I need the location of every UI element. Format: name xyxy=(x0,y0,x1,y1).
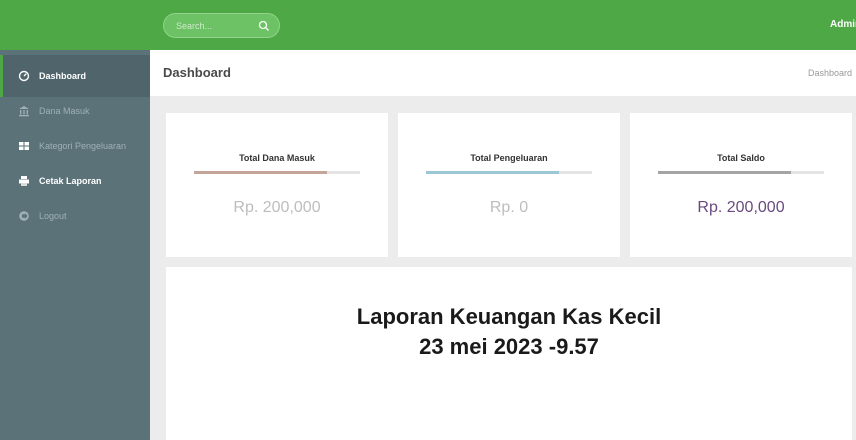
search-icon[interactable] xyxy=(258,20,270,32)
card-progress-fill xyxy=(658,171,791,174)
grid-icon xyxy=(19,142,29,150)
card-progress xyxy=(194,171,360,174)
card-value: Rp. 200,000 xyxy=(233,199,321,216)
card-progress xyxy=(658,171,824,174)
page-title: Dashboard xyxy=(163,65,231,80)
sidebar-item-label: Kategori Pengeluaran xyxy=(39,141,127,151)
card-value: Rp. 0 xyxy=(489,199,529,216)
sidebar-item-logout[interactable]: Logout xyxy=(0,195,150,237)
card-title: Total Saldo xyxy=(717,153,765,163)
search-input[interactable] xyxy=(176,19,256,33)
user-menu[interactable]: Admin xyxy=(830,19,856,30)
card-total-dana-masuk: Total Dana Masuk Rp. 200,000 xyxy=(166,113,388,257)
bank-icon xyxy=(19,106,29,117)
card-value: Rp. 200,000 xyxy=(697,199,785,216)
top-navbar: Admin xyxy=(0,0,856,50)
card-title: Total Pengeluaran xyxy=(470,153,548,163)
report-title: Laporan Keuangan Kas Kecil xyxy=(356,304,662,329)
sidebar-item-label: Cetak Laporan xyxy=(39,176,102,186)
card-total-pengeluaran: Total Pengeluaran Rp. 0 xyxy=(398,113,620,257)
report-date: 23 mei 2023 -9.57 xyxy=(419,334,599,359)
card-progress-fill xyxy=(426,171,559,174)
card-title: Total Dana Masuk xyxy=(239,153,315,163)
search-box[interactable] xyxy=(163,13,280,38)
logout-icon xyxy=(19,211,29,221)
card-progress-fill xyxy=(194,171,327,174)
sidebar-item-label: Dana Masuk xyxy=(39,106,90,116)
breadcrumb[interactable]: Dashboard xyxy=(808,68,852,78)
card-progress xyxy=(426,171,592,174)
card-total-saldo: Total Saldo Rp. 200,000 xyxy=(630,113,852,257)
sidebar-item-label: Logout xyxy=(39,211,67,221)
page-header: Dashboard Dashboard xyxy=(150,50,856,96)
dashboard-icon xyxy=(18,70,30,82)
brand-area xyxy=(0,0,150,50)
report-panel: Laporan Keuangan Kas Kecil 23 mei 2023 -… xyxy=(166,267,852,440)
sidebar-item-label: Dashboard xyxy=(39,71,87,81)
sidebar: Dashboard Dana Masuk Kategori Pengeluara… xyxy=(0,50,150,440)
print-icon xyxy=(19,176,29,186)
